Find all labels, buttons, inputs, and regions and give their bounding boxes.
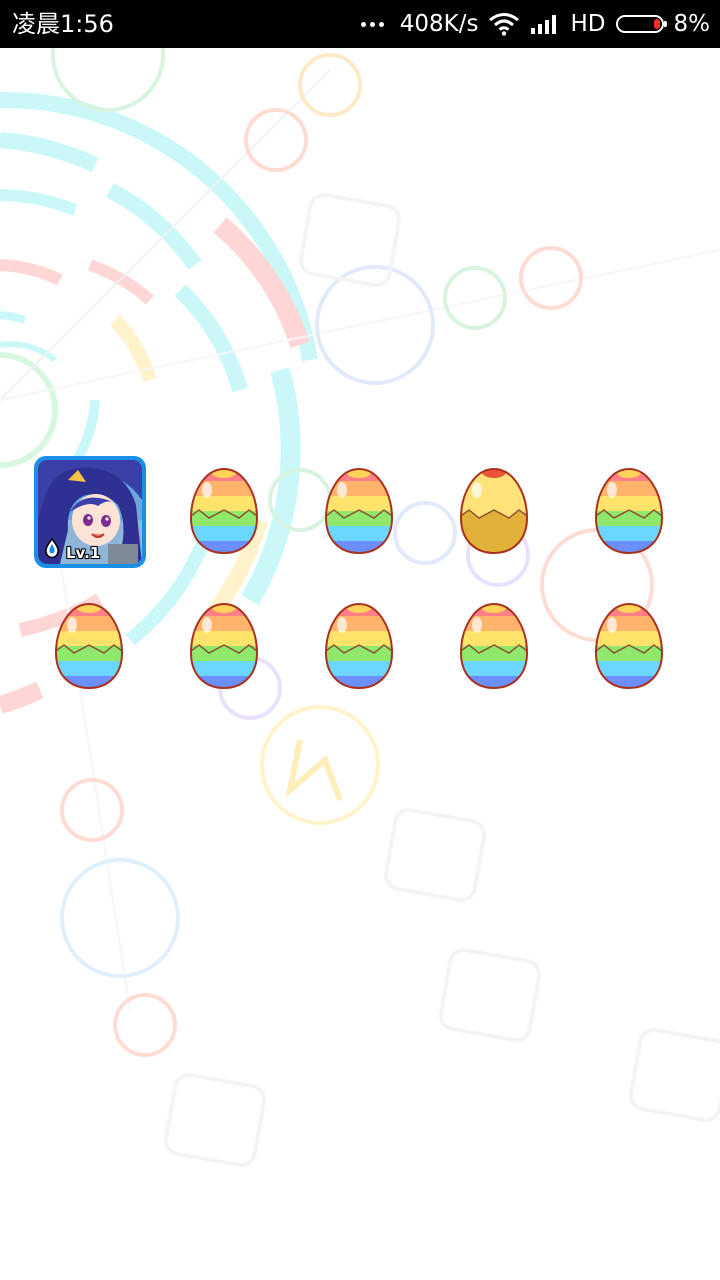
battery-percent: 8% bbox=[673, 11, 711, 37]
status-time: 凌晨1:56 bbox=[12, 10, 114, 38]
rainbow-egg[interactable] bbox=[187, 466, 261, 556]
egg-icon bbox=[594, 467, 664, 555]
character-portrait: Lv.1 bbox=[38, 460, 142, 564]
more-dots-icon bbox=[360, 21, 384, 27]
cellular-signal-icon bbox=[531, 15, 557, 34]
status-indicators: 408K/s HD 8% bbox=[360, 8, 711, 40]
egg-icon bbox=[189, 467, 259, 555]
battery-level-fill bbox=[653, 19, 660, 29]
rainbow-egg[interactable] bbox=[592, 466, 666, 556]
rainbow-egg[interactable] bbox=[187, 601, 261, 691]
wifi-icon bbox=[489, 13, 520, 36]
water-drop-icon bbox=[45, 538, 59, 558]
character-avatar-card[interactable]: Lv.1 bbox=[34, 456, 146, 568]
rainbow-egg[interactable] bbox=[592, 601, 666, 691]
egg-grid: Lv.1 bbox=[0, 0, 720, 1280]
golden-egg[interactable] bbox=[457, 466, 531, 556]
egg-icon bbox=[189, 602, 259, 690]
egg-icon bbox=[54, 602, 124, 690]
egg-icon bbox=[324, 467, 394, 555]
rainbow-egg[interactable] bbox=[322, 601, 396, 691]
egg-icon bbox=[459, 467, 529, 555]
egg-icon bbox=[324, 602, 394, 690]
character-level: Lv.1 bbox=[66, 544, 101, 562]
battery-icon bbox=[615, 15, 667, 33]
rainbow-egg[interactable] bbox=[322, 466, 396, 556]
rainbow-egg[interactable] bbox=[52, 601, 126, 691]
rainbow-egg[interactable] bbox=[457, 601, 531, 691]
egg-icon bbox=[459, 602, 529, 690]
app-screen: 凌晨1:56 408K/s HD 8% Lv.1 bbox=[0, 0, 720, 1280]
egg-icon bbox=[594, 602, 664, 690]
network-type: HD bbox=[570, 11, 606, 37]
network-speed: 408K/s bbox=[399, 11, 479, 37]
status-bar: 凌晨1:56 408K/s HD 8% bbox=[0, 0, 720, 48]
